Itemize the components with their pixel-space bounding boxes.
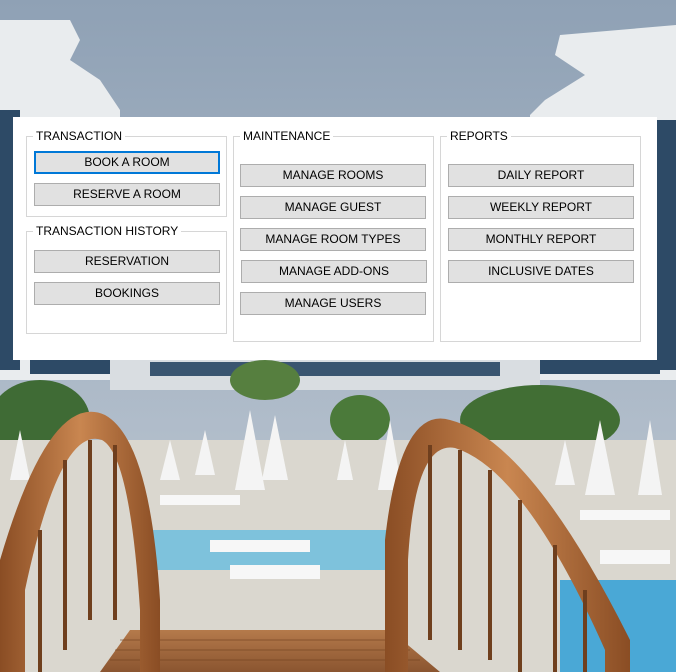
book-a-room-button[interactable]: BOOK A ROOM xyxy=(34,151,220,174)
manage-users-button[interactable]: MANAGE USERS xyxy=(240,292,426,315)
bookings-button[interactable]: BOOKINGS xyxy=(34,282,220,305)
maintenance-group: MAINTENANCE MANAGE ROOMS MANAGE GUEST MA… xyxy=(233,129,434,342)
transaction-group-title: TRANSACTION xyxy=(33,129,126,143)
transaction-history-group: TRANSACTION HISTORY RESERVATION BOOKINGS xyxy=(26,224,227,334)
reports-group: REPORTS DAILY REPORT WEEKLY REPORT MONTH… xyxy=(440,129,641,342)
manage-room-types-button[interactable]: MANAGE ROOM TYPES xyxy=(240,228,426,251)
reports-group-title: REPORTS xyxy=(447,129,511,143)
daily-report-button[interactable]: DAILY REPORT xyxy=(448,164,634,187)
manage-add-ons-button[interactable]: MANAGE ADD-ONS xyxy=(241,260,427,283)
inclusive-dates-button[interactable]: INCLUSIVE DATES xyxy=(448,260,634,283)
transaction-history-group-title: TRANSACTION HISTORY xyxy=(33,224,182,238)
main-menu-panel: TRANSACTION BOOK A ROOM RESERVE A ROOM T… xyxy=(13,117,657,360)
maintenance-group-title: MAINTENANCE xyxy=(240,129,334,143)
reservation-button[interactable]: RESERVATION xyxy=(34,250,220,273)
weekly-report-button[interactable]: WEEKLY REPORT xyxy=(448,196,634,219)
reserve-a-room-button[interactable]: RESERVE A ROOM xyxy=(34,183,220,206)
monthly-report-button[interactable]: MONTHLY REPORT xyxy=(448,228,634,251)
transaction-group: TRANSACTION BOOK A ROOM RESERVE A ROOM xyxy=(26,129,227,217)
manage-guest-button[interactable]: MANAGE GUEST xyxy=(240,196,426,219)
manage-rooms-button[interactable]: MANAGE ROOMS xyxy=(240,164,426,187)
